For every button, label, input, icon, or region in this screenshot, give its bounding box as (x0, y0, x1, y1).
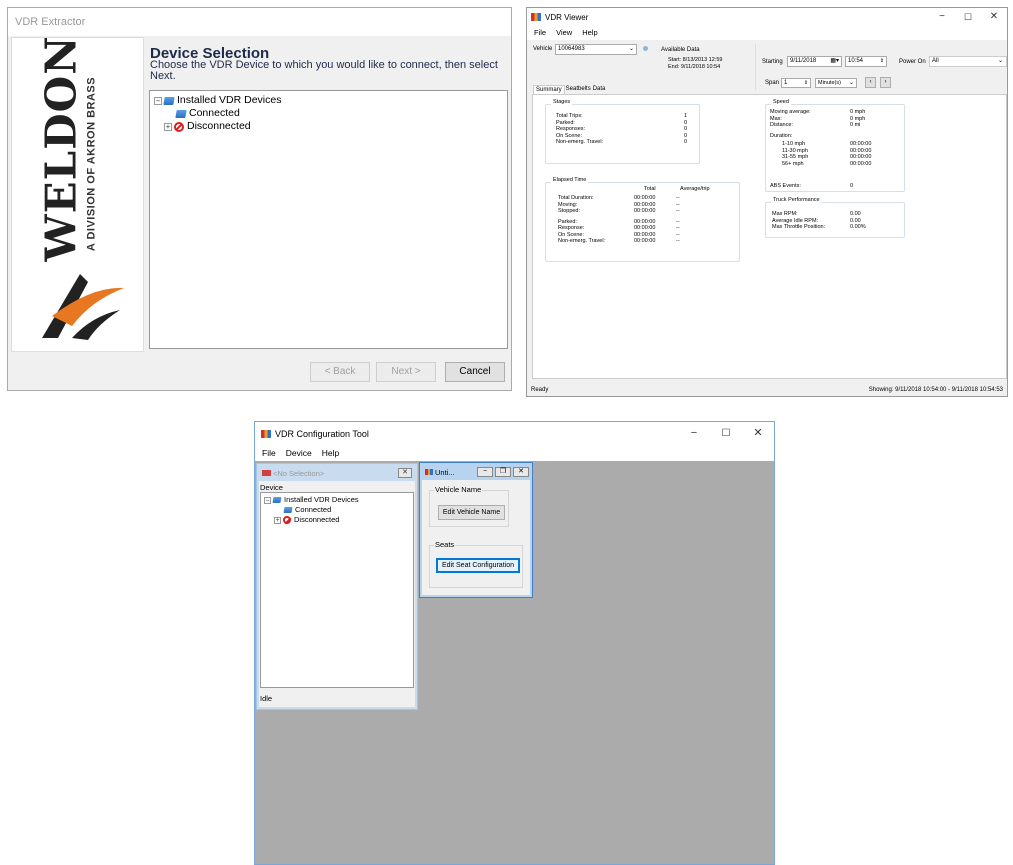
window-title: VDR Extractor (15, 16, 86, 28)
vdr-config-window: VDR Configuration Tool − ☐ ✕ File Device… (254, 421, 775, 865)
tree-item-connected[interactable]: Connected (154, 107, 503, 120)
menu-device[interactable]: Device (281, 445, 317, 461)
child-title-bar: Unti... − ❐ ✕ (422, 465, 530, 480)
tree-item-installed[interactable]: − Installed VDR Devices (264, 495, 410, 505)
chevron-down-icon: ⌄ (628, 46, 634, 52)
weldon-emblem-icon (42, 274, 124, 340)
refresh-icon[interactable] (643, 46, 648, 51)
chevron-down-icon: ⌄ (848, 80, 854, 86)
vehicle-name-group: Vehicle Name Edit Vehicle Name (429, 485, 509, 527)
stages-group: Stages Total Trips: Parked: Responses: O… (545, 99, 700, 164)
chevron-right-icon: › (884, 79, 887, 85)
mdi-workspace: <No Selection> ✕ Device − Installed VDR D… (255, 461, 774, 864)
edit-seat-configuration-button[interactable]: Edit Seat Configuration (436, 558, 520, 573)
spinner-icon: ⇕ (879, 58, 884, 64)
device-label: Device (260, 483, 283, 492)
truck-performance-group: Truck Performance Max RPM: Average Idle … (765, 197, 905, 238)
menu-bar: File View Help (527, 26, 1007, 40)
tree-item-connected[interactable]: Connected (264, 505, 410, 515)
tree-item-disconnected[interactable]: + Disconnected (154, 120, 503, 133)
child-title-bar: <No Selection> ✕ (259, 466, 415, 481)
spinner-icon: ⇕ (803, 80, 808, 86)
expand-icon[interactable]: + (274, 516, 281, 524)
menu-view[interactable]: View (551, 26, 577, 40)
back-button[interactable]: < Back (310, 362, 370, 382)
window-title: VDR Viewer (545, 12, 589, 22)
power-on-select[interactable]: All ⌄ (929, 56, 1007, 67)
title-bar: VDR Extractor (8, 8, 511, 36)
device-icon (163, 96, 175, 105)
available-data-panel: Available Data Start: 8/13/2013 12:59 En… (659, 44, 756, 90)
calendar-icon: ▦▾ (830, 58, 839, 64)
status-text: Ready (531, 387, 549, 393)
weldon-logo-text: WELDON A DIVISION OF AKRON BRASS (36, 37, 98, 262)
starting-label: Starting (762, 59, 783, 65)
close-icon[interactable]: ✕ (513, 467, 529, 477)
menu-bar: File Device Help (255, 445, 774, 461)
menu-file[interactable]: File (529, 26, 551, 40)
restore-icon[interactable]: ❐ (495, 467, 511, 477)
device-icon (272, 497, 282, 503)
page-description: Choose the VDR Device to which you would… (150, 59, 498, 82)
menu-file[interactable]: File (257, 445, 281, 461)
tree-item-disconnected[interactable]: + Disconnected (264, 515, 410, 525)
menu-help[interactable]: Help (317, 445, 344, 461)
vehicle-label: Vehicle (533, 46, 553, 52)
power-on-label: Power On (899, 59, 926, 65)
next-button[interactable]: Next > (376, 362, 436, 382)
chevron-down-icon: ⌄ (997, 58, 1003, 64)
collapse-icon[interactable]: − (264, 496, 271, 504)
logo-panel: WELDON A DIVISION OF AKRON BRASS (11, 37, 144, 352)
starting-time-stepper[interactable]: 10:54 ⇕ (845, 56, 887, 67)
minimize-icon[interactable]: − (929, 8, 955, 26)
close-icon[interactable]: ✕ (742, 422, 774, 445)
window-title: VDR Configuration Tool (275, 428, 369, 439)
minimize-icon[interactable]: − (477, 467, 493, 477)
app-icon (531, 13, 541, 21)
summary-panel: Stages Total Trips: Parked: Responses: O… (532, 94, 1007, 379)
status-text: Idle (260, 694, 273, 703)
vdr-viewer-window: VDR Viewer − ☐ ✕ File View Help Vehicle … (526, 7, 1008, 397)
seats-group: Seats Edit Seat Configuration (429, 540, 523, 588)
chevron-left-icon: ‹ (869, 79, 872, 85)
vehicle-select[interactable]: 10064983 ⌄ (555, 44, 637, 55)
edit-vehicle-name-button[interactable]: Edit Vehicle Name (438, 505, 505, 520)
next-span-button[interactable]: › (880, 77, 891, 88)
cancel-button[interactable]: Cancel (445, 362, 505, 382)
vdr-extractor-window: VDR Extractor WELDON A DIVISION OF AKRON… (7, 7, 512, 391)
app-icon (261, 429, 271, 438)
starting-date-picker[interactable]: 9/11/2018 ▦▾ (787, 56, 842, 67)
close-icon[interactable]: ✕ (981, 8, 1007, 26)
tree-item-installed[interactable]: − Installed VDR Devices (154, 94, 503, 107)
maximize-icon[interactable]: ☐ (710, 422, 742, 445)
status-range: Showing: 9/11/2018 10:54:00 - 9/11/2018 … (868, 387, 1003, 393)
device-icon (175, 109, 187, 118)
elapsed-time-group: Elapsed Time Total Average/trip Total Du… (545, 177, 740, 262)
device-tree[interactable]: − Installed VDR Devices Connected + Discon… (149, 90, 508, 349)
minimize-icon[interactable]: − (678, 422, 710, 445)
disconnected-icon (174, 121, 184, 132)
app-icon (425, 469, 433, 475)
device-icon (283, 507, 293, 513)
speed-group: Speed Moving average: Max: Distance: 0 m… (765, 99, 905, 192)
device-tree[interactable]: − Installed VDR Devices Connected + Discon… (260, 492, 414, 688)
disconnected-icon (283, 516, 291, 524)
span-label: Span (765, 80, 780, 86)
status-bar: Ready Showing: 9/11/2018 10:54:00 - 9/11… (527, 384, 1007, 396)
prev-button[interactable]: ‹ (865, 77, 876, 88)
expand-icon[interactable]: + (164, 122, 172, 131)
close-icon[interactable]: ✕ (398, 468, 412, 478)
collapse-icon[interactable]: − (154, 96, 162, 105)
device-child-window: <No Selection> ✕ Device − Installed VDR D… (256, 463, 418, 710)
vehicle-child-window: Unti... − ❐ ✕ Vehicle Name Edit Vehicle … (419, 462, 533, 598)
span-stepper[interactable]: 1 ⇕ (781, 78, 811, 88)
menu-help[interactable]: Help (577, 26, 602, 40)
span-unit-select[interactable]: Minute(s) ⌄ (815, 78, 857, 88)
wizard-content: Device Selection Choose the VDR Device t… (145, 37, 509, 352)
maximize-icon[interactable]: ☐ (955, 8, 981, 26)
device-icon (262, 470, 271, 476)
